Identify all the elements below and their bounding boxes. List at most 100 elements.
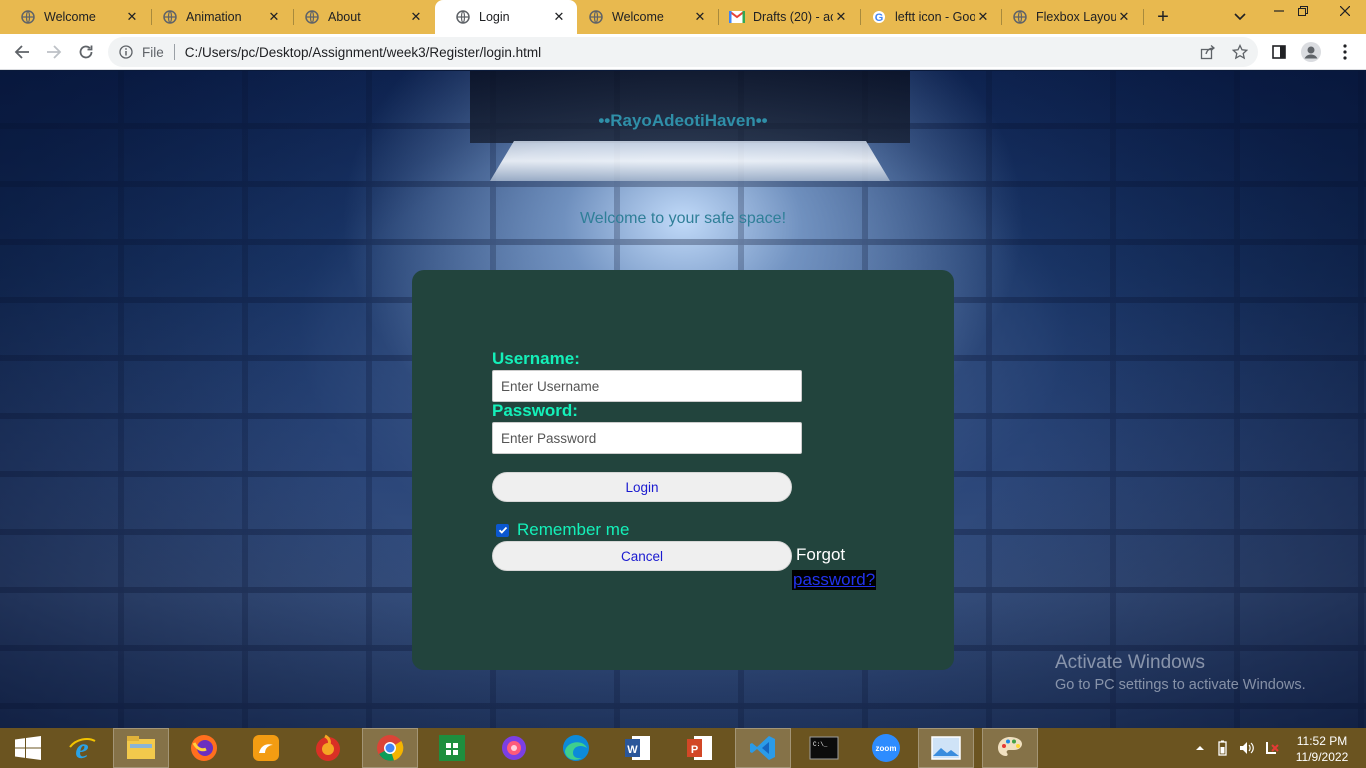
chevron-down-icon[interactable] [1230,7,1250,27]
start-button[interactable] [0,728,56,768]
vscode-icon[interactable] [735,728,791,768]
firefox-icon[interactable] [176,728,232,768]
tab-divider [1143,9,1144,25]
show-hidden-icons-icon[interactable] [1192,740,1208,756]
svg-text:W: W [627,744,638,756]
watermark-line-1: Activate Windows [1055,652,1205,673]
clock-time: 11:52 PM [1296,734,1348,748]
tab-about[interactable]: About ✕ [284,0,434,34]
profile-avatar-icon[interactable] [1299,40,1323,64]
login-card: Username: Password: Login Remember me Ca… [412,270,954,670]
site-tagline: Welcome to your safe space! [579,210,787,227]
password-label: Password: [492,401,578,420]
word-icon[interactable]: W [610,728,666,768]
powerpoint-icon[interactable]: P [672,728,728,768]
activate-windows-watermark: Activate Windows Go to PC settings to ac… [1055,652,1306,693]
tab-animation[interactable]: Animation ✕ [142,0,292,34]
kebab-menu-icon[interactable] [1333,40,1357,64]
remember-me-label: Remember me [517,520,630,539]
page-viewport: ••RayoAdeotiHaven•• Welcome to your safe… [0,71,1366,728]
restore-button[interactable] [1290,2,1316,20]
tab-welcome-2[interactable]: Welcome ✕ [568,0,718,34]
close-icon[interactable]: ✕ [692,9,708,25]
terminal-icon[interactable]: C:\_ [796,728,852,768]
info-icon[interactable] [118,44,134,60]
arc-browser-icon[interactable] [486,728,542,768]
globe-icon [455,9,471,25]
globe-icon [162,9,178,25]
tab-title: Flexbox Layout [1036,10,1116,24]
uc-browser-icon[interactable] [238,728,294,768]
address-bar[interactable]: File C:/Users/pc/Desktop/Assignment/week… [108,37,1258,67]
username-label: Username: [492,349,580,368]
tab-flexbox[interactable]: Flexbox Layout ✕ [992,0,1142,34]
remember-me-row[interactable]: Remember me [496,520,629,540]
globe-icon [304,9,320,25]
photos-icon[interactable] [918,728,974,768]
clock-date: 11/9/2022 [1295,750,1349,764]
share-icon[interactable] [1196,37,1220,67]
close-icon[interactable]: ✕ [408,9,424,25]
volume-icon[interactable] [1239,740,1255,756]
back-button[interactable] [10,40,34,64]
new-tab-button[interactable]: + [1151,5,1175,29]
system-clock[interactable]: 11:52 PM 11/9/2022 [1290,733,1354,765]
tab-title: Drafts (20) - ac [753,10,833,24]
tab-title: leftt icon - Goo [895,10,975,24]
zoom-label: zoom [875,743,897,753]
close-window-button[interactable] [1332,2,1358,20]
close-icon[interactable]: ✕ [833,9,849,25]
svg-text:G: G [875,12,884,24]
browser-toolbar: File C:/Users/pc/Desktop/Assignment/week… [0,34,1366,70]
battery-icon[interactable] [1214,740,1230,756]
edge-icon[interactable] [548,728,604,768]
side-panel-icon[interactable] [1267,40,1291,64]
close-icon[interactable]: ✕ [551,9,567,25]
cancel-button[interactable]: Cancel [492,541,792,571]
svg-text:C:\_: C:\_ [813,741,828,748]
internet-explorer-icon[interactable]: e [54,728,110,768]
tab-title: Welcome [44,10,96,24]
tab-google-search[interactable]: G leftt icon - Goo ✕ [851,0,1001,34]
file-explorer-icon[interactable] [113,728,169,768]
close-icon[interactable]: ✕ [266,9,282,25]
url-scheme-label: File [142,44,164,60]
tab-title: Animation [186,10,242,24]
remember-me-checkbox[interactable] [496,523,509,537]
paint-icon[interactable] [982,728,1038,768]
tab-strip: Welcome ✕ Animation ✕ About ✕ Login ✕ We… [0,0,1366,34]
close-icon[interactable]: ✕ [1116,9,1132,25]
address-divider [173,44,175,60]
close-icon[interactable]: ✕ [975,9,991,25]
tab-title: About [328,10,361,24]
svg-text:e: e [75,733,88,763]
google-icon: G [871,9,887,25]
close-icon[interactable]: ✕ [124,9,140,25]
tab-title: Welcome [612,10,664,24]
globe-icon [588,9,604,25]
globe-icon [20,9,36,25]
tab-welcome[interactable]: Welcome ✕ [0,0,150,34]
chrome-icon[interactable] [362,728,418,768]
minimize-button[interactable] [1266,2,1292,20]
store-icon[interactable] [424,728,480,768]
username-input[interactable] [492,370,802,402]
zoom-icon[interactable]: zoom [858,728,914,768]
bookmark-star-icon[interactable] [1228,37,1252,67]
tab-login[interactable]: Login ✕ [435,0,577,34]
password-input[interactable] [492,422,802,454]
tab-title: Login [479,10,510,24]
forward-button[interactable] [42,40,66,64]
tab-drafts[interactable]: Drafts (20) - ac ✕ [709,0,859,34]
watermark-line-2: Go to PC settings to activate Windows. [1055,677,1306,693]
login-button[interactable]: Login [492,472,792,502]
reload-button[interactable] [74,40,98,64]
forgot-password-link[interactable]: password? [792,570,877,590]
firefox-alt-icon[interactable] [300,728,356,768]
url-text[interactable]: C:/Users/pc/Desktop/Assignment/week3/Reg… [185,45,541,60]
gmail-icon [729,9,745,25]
taskbar: e W P C:\_ zoom 11:52 PM 11/9/2022 [0,728,1366,768]
forgot-text: Forgot [796,545,846,564]
svg-text:P: P [691,744,698,756]
network-disconnected-icon[interactable] [1264,740,1280,756]
